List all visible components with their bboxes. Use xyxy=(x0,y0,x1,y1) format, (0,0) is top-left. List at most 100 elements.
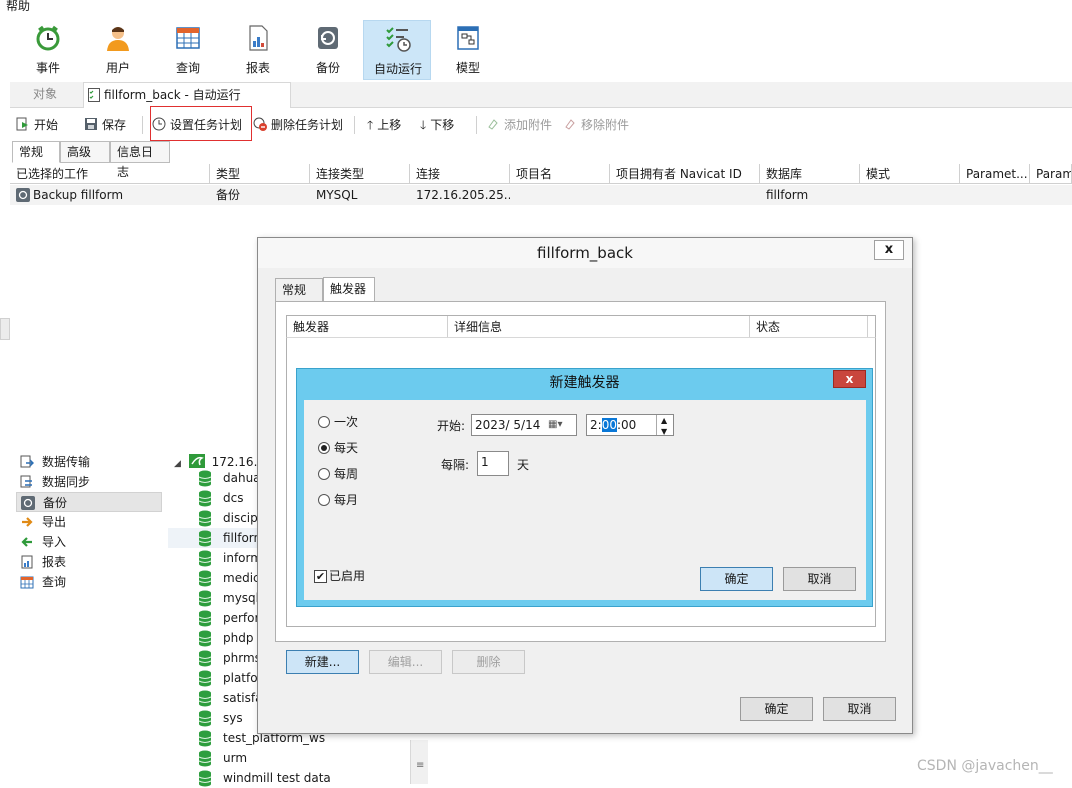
dolphin-connection-icon xyxy=(188,454,205,468)
tab-objects[interactable]: 对象 xyxy=(10,82,80,107)
save-button[interactable]: 保存 xyxy=(84,114,126,136)
tab-automation-job[interactable]: fillform_back - 自动运行 xyxy=(83,82,291,108)
column-header[interactable]: 状态 xyxy=(750,316,868,338)
nav-label: 导出 xyxy=(42,515,67,529)
ribbon-report-label: 报表 xyxy=(245,61,270,75)
ribbon-model-button[interactable]: 模型 xyxy=(434,20,502,80)
delete-schedule-button[interactable]: 删除任务计划 xyxy=(253,114,343,136)
tree-item-label: fillforn xyxy=(223,531,262,545)
column-header[interactable]: 详细信息 xyxy=(448,316,750,338)
ribbon-model-label: 模型 xyxy=(455,61,480,75)
nav-item-report[interactable]: 报表 xyxy=(16,552,162,572)
column-header[interactable]: 项目拥有者 Navicat ID xyxy=(610,164,760,184)
start-time-second: :00 xyxy=(616,418,637,432)
move-down-label: 下移 xyxy=(430,118,455,132)
start-date-picker[interactable]: 2023/ 5/14 ▦▾ xyxy=(471,414,577,436)
trigger-dialog-close-button[interactable]: x xyxy=(833,370,866,388)
column-header[interactable]: Param xyxy=(1030,164,1072,184)
nav-item-query[interactable]: 查询 xyxy=(16,572,162,592)
tree-item-label: phrms xyxy=(223,651,261,665)
tree-item-label: dahua xyxy=(223,471,261,485)
column-header[interactable]: 已选择的工作 xyxy=(10,164,210,184)
tree-item-label: windmill test data xyxy=(223,771,331,785)
dialog-ok-button[interactable]: 确定 xyxy=(740,697,813,721)
calendar-dropdown-icon[interactable]: ▦▾ xyxy=(548,415,562,435)
nav-item-data-sync[interactable]: 数据同步 xyxy=(16,472,162,492)
add-attachment-label: 添加附件 xyxy=(504,118,553,132)
ribbon-report-button[interactable]: 报表 xyxy=(224,20,292,80)
dialog-title: fillform_back xyxy=(258,238,912,268)
column-header[interactable]: Paramet... xyxy=(960,164,1030,184)
nav-label: 备份 xyxy=(43,496,68,510)
column-header[interactable]: 模式 xyxy=(860,164,960,184)
nav-item-backup[interactable]: 备份 xyxy=(16,492,162,512)
remove-attachment-button[interactable]: 移除附件 xyxy=(563,114,629,136)
spin-down-icon[interactable]: ▼ xyxy=(661,422,667,442)
dialog-tab-general[interactable]: 常规 xyxy=(275,278,323,302)
nav-item-data-transfer[interactable]: 数据传输 xyxy=(16,452,162,472)
attachment-remove-icon xyxy=(565,119,575,130)
radio-circle xyxy=(318,468,330,480)
ribbon-query-button[interactable]: 查询 xyxy=(154,20,222,80)
radio-circle xyxy=(318,494,330,506)
column-header[interactable]: 类型 xyxy=(210,164,310,184)
ribbon-automation-button[interactable]: 自动运行 xyxy=(363,20,431,80)
add-attachment-button[interactable]: 添加附件 xyxy=(486,114,552,136)
column-header[interactable]: 数据库 xyxy=(760,164,860,184)
interval-label: 每隔: xyxy=(441,458,470,472)
backup-icon xyxy=(21,496,35,510)
nav-item-import[interactable]: 导入 xyxy=(16,532,162,552)
ribbon-query-label: 查询 xyxy=(175,61,200,75)
start-time-field[interactable]: 2:00:00 ▲ ▼ xyxy=(586,414,674,436)
new-trigger-button[interactable]: 新建... xyxy=(286,650,359,674)
dialog-tab-triggers[interactable]: 触发器 xyxy=(323,277,375,303)
subtab-advanced[interactable]: 高级 xyxy=(60,141,110,163)
move-up-button[interactable]: 🡑 上移 xyxy=(367,114,401,136)
database-icon xyxy=(198,570,212,587)
column-header[interactable]: 连接 xyxy=(410,164,510,184)
interval-input[interactable]: 1 xyxy=(477,451,509,476)
model-icon xyxy=(457,26,479,50)
arrow-down-icon: 🡓 xyxy=(420,118,427,132)
subtab-general[interactable]: 常规 xyxy=(12,141,60,163)
ribbon-user-button[interactable]: 用户 xyxy=(84,20,152,80)
table-row[interactable]: Backup fillform 备份 MYSQL 172.16.205.25..… xyxy=(10,185,1072,205)
move-down-button[interactable]: 🡓 下移 xyxy=(420,114,454,136)
start-date-value: 2023/ 5/14 xyxy=(475,418,541,432)
column-header[interactable]: 连接类型 xyxy=(310,164,410,184)
time-spinner[interactable]: ▲ ▼ xyxy=(656,415,673,436)
start-button[interactable]: 开始 xyxy=(16,114,58,136)
remove-attachment-label: 移除附件 xyxy=(581,118,630,132)
edit-trigger-button[interactable]: 编辑... xyxy=(369,650,442,674)
interval-unit: 天 xyxy=(517,458,530,472)
dialog-cancel-button[interactable]: 取消 xyxy=(823,697,896,721)
checkmark-icon: ✔ xyxy=(314,570,327,583)
report-icon xyxy=(249,25,268,51)
table-cell: Backup fillform xyxy=(33,188,124,202)
database-icon xyxy=(198,770,212,787)
toolbar-separator xyxy=(476,116,477,134)
nav-item-export[interactable]: 导出 xyxy=(16,512,162,532)
subtab-log[interactable]: 信息日志 xyxy=(110,141,170,179)
document-tabs: 对象 fillform_back - 自动运行 xyxy=(10,82,1072,108)
trigger-ok-button[interactable]: 确定 xyxy=(700,567,773,591)
menu-help[interactable]: 帮助 xyxy=(6,0,30,14)
attachment-add-icon xyxy=(488,119,498,130)
delete-trigger-button[interactable]: 删除 xyxy=(452,650,525,674)
ribbon-backup-button[interactable]: 备份 xyxy=(294,20,362,80)
radio-label: 每周 xyxy=(334,467,359,481)
column-header[interactable]: 触发器 xyxy=(287,316,448,338)
table-cell: 备份 xyxy=(216,188,241,202)
new-trigger-dialog: 新建触发器 x 一次 每天 每周 每月 开始: 2023/ 5/14 ▦▾ 2:… xyxy=(296,368,873,607)
dialog-close-button[interactable]: x xyxy=(874,240,904,260)
trigger-cancel-button[interactable]: 取消 xyxy=(783,567,856,591)
nav-label: 导入 xyxy=(42,535,67,549)
ribbon-event-button[interactable]: 事件 xyxy=(14,20,82,80)
column-header[interactable]: 项目名 xyxy=(510,164,610,184)
database-icon xyxy=(198,610,212,627)
scrollbar[interactable]: ≡ xyxy=(410,740,428,784)
nav-label: 数据同步 xyxy=(42,475,91,489)
ribbon-automation-label: 自动运行 xyxy=(373,62,422,76)
export-icon xyxy=(22,517,33,527)
collapse-handle[interactable] xyxy=(0,318,10,340)
